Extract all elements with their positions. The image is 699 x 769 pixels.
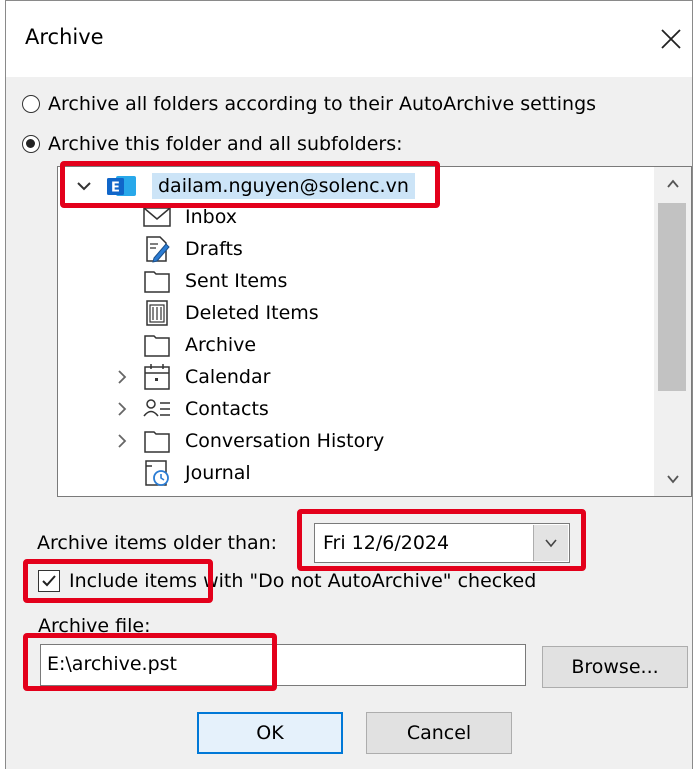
tree-item-label: Journal — [185, 462, 251, 484]
folder-icon — [142, 266, 172, 296]
archive-file-field[interactable] — [40, 644, 526, 686]
dropdown-button[interactable] — [533, 525, 568, 561]
tree-item[interactable]: Sent Items — [58, 265, 648, 297]
tree-item[interactable]: Deleted Items — [58, 297, 648, 329]
radio-archive-this[interactable]: Archive this folder and all subfolders: — [22, 131, 403, 157]
radio-archive-all-label: Archive all folders according to their A… — [48, 93, 597, 115]
tree-item[interactable]: Calendar — [58, 361, 648, 393]
tree-item-label: Conversation History — [185, 430, 385, 452]
tree-item[interactable]: Drafts — [58, 233, 648, 265]
folder-tree[interactable]: E dailam.nguyen@solenc.vn Inbox Drafts S… — [57, 166, 692, 497]
inbox-icon — [142, 202, 172, 232]
tree-item-label: Contacts — [185, 398, 269, 420]
tree-item[interactable]: Journal — [58, 457, 648, 489]
journal-icon — [142, 458, 172, 488]
tree-item[interactable]: Contacts — [58, 393, 648, 425]
chevron-right-icon[interactable] — [114, 433, 130, 449]
close-button[interactable] — [651, 19, 691, 59]
tree-item[interactable]: Archive — [58, 329, 648, 361]
chevron-right-icon[interactable] — [114, 401, 130, 417]
tree-scrollbar[interactable] — [654, 167, 691, 496]
folder-icon — [142, 426, 172, 456]
include-items-label[interactable]: Include items with "Do not AutoArchive" … — [69, 570, 536, 592]
tree-item[interactable]: Conversation History — [58, 425, 648, 457]
cancel-button[interactable]: Cancel — [366, 712, 512, 754]
tree-item-label: Sent Items — [185, 270, 288, 292]
folder-icon — [142, 330, 172, 360]
chevron-up-icon — [666, 179, 679, 188]
tree-item-label: Inbox — [185, 206, 237, 228]
tree-item-label: Archive — [185, 334, 257, 356]
title-bar: Archive — [6, 1, 692, 77]
exchange-account-icon: E — [104, 171, 140, 201]
radio-archive-all[interactable]: Archive all folders according to their A… — [22, 91, 596, 117]
older-than-value: Fri 12/6/2024 — [323, 532, 450, 554]
close-icon — [661, 29, 681, 49]
tree-item[interactable]: Inbox — [58, 201, 648, 233]
include-items-checkbox[interactable] — [38, 570, 60, 592]
tree-item-label: Drafts — [185, 238, 243, 260]
chevron-down-icon — [545, 539, 557, 548]
radio-archive-all-circle[interactable] — [22, 95, 40, 113]
trash-icon — [142, 298, 172, 328]
tree-account-label: dailam.nguyen@solenc.vn — [152, 173, 415, 199]
tree-account-row[interactable]: E dailam.nguyen@solenc.vn — [58, 169, 648, 203]
archive-file-label: Archive file: — [38, 615, 151, 637]
contacts-icon — [142, 394, 172, 424]
scroll-up-button[interactable] — [654, 169, 691, 199]
archive-dialog: Archive Archive all folders according to… — [5, 0, 693, 769]
radio-archive-this-circle[interactable] — [22, 135, 40, 153]
older-than-label: Archive items older than: — [37, 532, 278, 554]
browse-button[interactable]: Browse... — [542, 646, 688, 688]
tree-item-label: Calendar — [185, 366, 271, 388]
chevron-down-icon[interactable] — [76, 178, 92, 194]
svg-text:E: E — [111, 181, 120, 196]
archive-file-input[interactable] — [47, 653, 517, 675]
scroll-down-button[interactable] — [654, 464, 691, 494]
scroll-thumb[interactable] — [658, 203, 686, 391]
radio-archive-this-label: Archive this folder and all subfolders: — [48, 133, 403, 155]
ok-button[interactable]: OK — [197, 712, 343, 754]
chevron-down-icon — [666, 475, 679, 484]
checkmark-icon — [42, 575, 56, 587]
dialog-title: Archive — [25, 25, 104, 49]
tree-item-label: Deleted Items — [185, 302, 319, 324]
chevron-right-icon[interactable] — [114, 369, 130, 385]
calendar-icon — [142, 362, 172, 392]
older-than-dropdown[interactable]: Fri 12/6/2024 — [314, 523, 570, 563]
drafts-icon — [142, 234, 172, 264]
